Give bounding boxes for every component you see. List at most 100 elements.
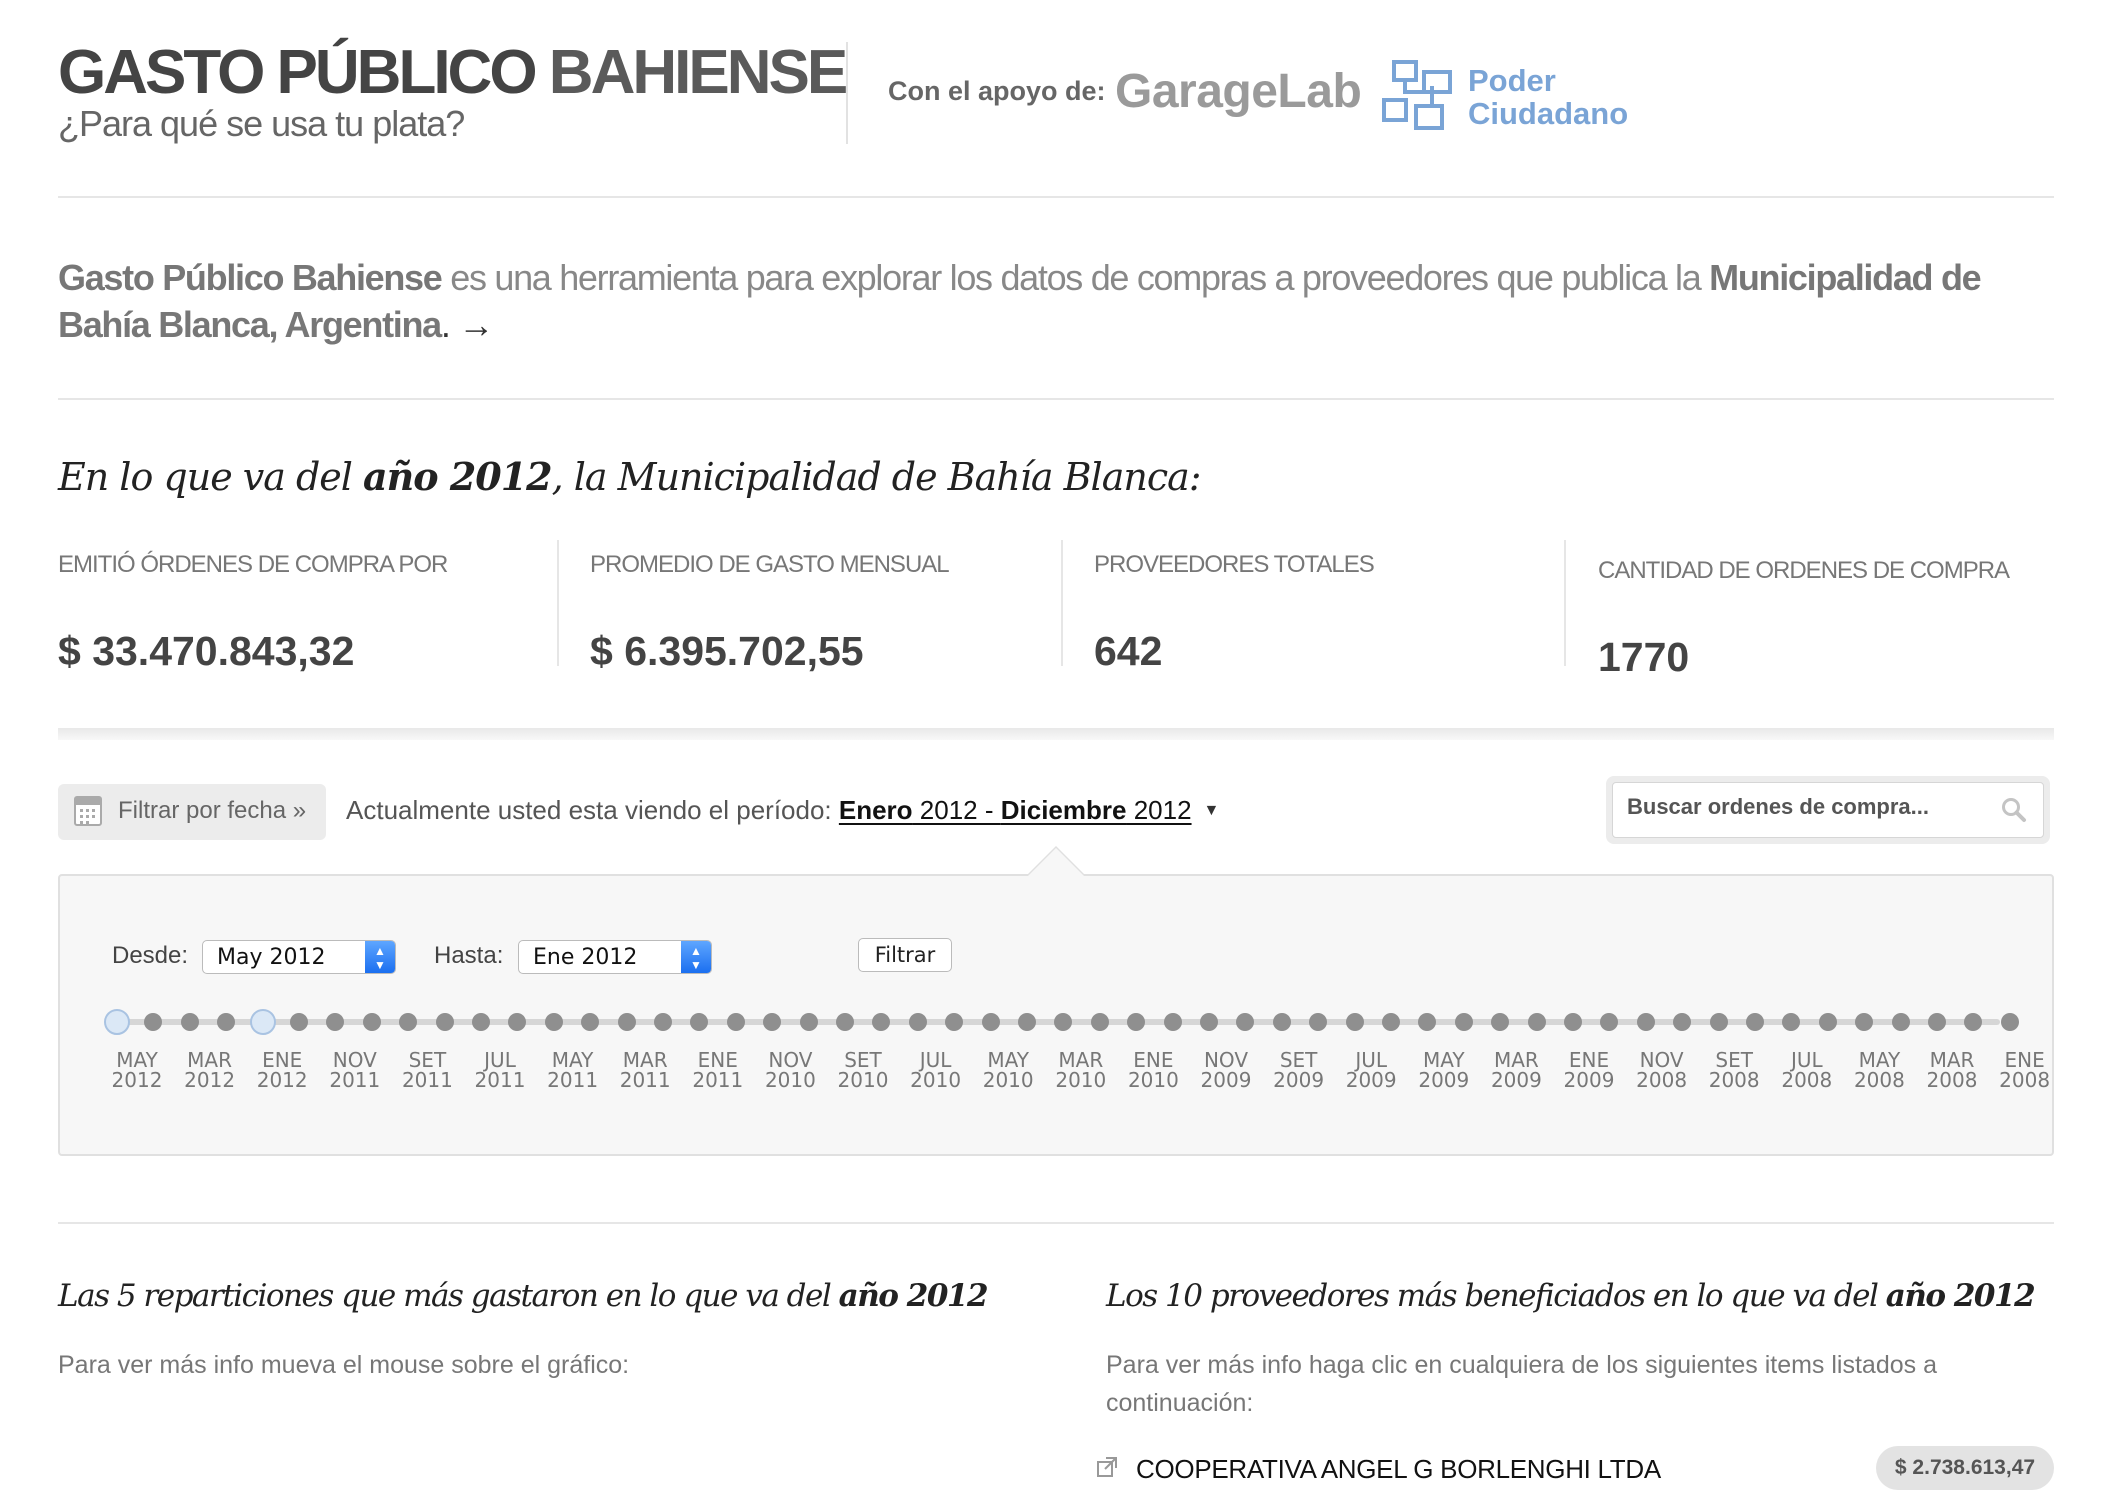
summary-heading-prefix: En lo que va del xyxy=(58,455,364,499)
timeline-step[interactable] xyxy=(1527,1013,1546,1031)
stat-label-total: EMITIÓ ÓRDENES DE COMPRA POR xyxy=(58,551,448,578)
calendar-icon xyxy=(74,796,102,826)
stat-label-orders: CANTIDAD DE ORDENES DE COMPRA xyxy=(1598,557,2010,584)
panel-pointer-fill xyxy=(1028,848,1084,876)
timeline-label: JUL 2009 xyxy=(1336,1050,1406,1090)
timeline-step[interactable] xyxy=(1272,1013,1291,1031)
providers-heading: Los 10 proveedores más beneficiados en l… xyxy=(1106,1278,2036,1314)
timeline-label-year: 2008 xyxy=(1999,1068,2051,1092)
timeline-label-month: SET xyxy=(844,1048,882,1072)
timeline-step[interactable] xyxy=(654,1013,672,1031)
poder-line1: Poder xyxy=(1468,63,1556,98)
timeline-range-handle[interactable] xyxy=(104,1009,130,1035)
timeline-step[interactable] xyxy=(435,1013,454,1031)
timeline-step[interactable] xyxy=(908,1013,927,1031)
timeline-step[interactable] xyxy=(1818,1013,1837,1031)
stat-divider xyxy=(1564,540,1566,666)
timeline-label-month: ENE xyxy=(1568,1048,1610,1072)
site-title[interactable]: GASTO PÚBLICO BAHIENSE xyxy=(58,38,848,108)
timeline-label-year: 2008 xyxy=(1853,1068,1905,1092)
providers-hint: Para ver más info haga clic en cualquier… xyxy=(1106,1351,1937,1417)
timeline-step[interactable] xyxy=(472,1013,490,1031)
timeline-label-year: 2009 xyxy=(1418,1068,1470,1092)
timeline-label-year: 2012 xyxy=(184,1068,236,1092)
timeline-label-month: ENE xyxy=(1133,1048,1174,1072)
timeline-range-handle[interactable] xyxy=(249,1009,276,1035)
timeline-step[interactable] xyxy=(180,1013,199,1031)
timeline-step[interactable] xyxy=(362,1013,381,1031)
timeline-step[interactable] xyxy=(1564,1013,1582,1031)
timeline-label-month: JUL xyxy=(1355,1048,1388,1072)
timeline-step[interactable] xyxy=(1345,1013,1364,1031)
stat-value-total: $ 33.470.843,32 xyxy=(58,628,355,674)
timeline-label-year: 2010 xyxy=(1055,1068,1107,1092)
timeline-label-month: MAY xyxy=(1858,1048,1901,1072)
timeline-step[interactable] xyxy=(1636,1013,1655,1031)
timeline-label-month: MAR xyxy=(1493,1048,1539,1072)
timeline-step[interactable] xyxy=(981,1013,1000,1031)
select-arrows-icon: ▲ ▼ xyxy=(365,941,395,973)
timeline-step[interactable] xyxy=(726,1013,745,1031)
timeline-step[interactable] xyxy=(1090,1013,1109,1031)
timeline-step[interactable] xyxy=(1382,1013,1400,1031)
page: GASTO PÚBLICO BAHIENSE ¿Para qué se usa … xyxy=(0,0,2112,1490)
search-field xyxy=(1612,782,2044,838)
site-title-part1: GASTO PÚBLICO xyxy=(58,38,538,107)
timeline-step[interactable] xyxy=(1891,1013,1910,1031)
timeline-label: NOV 2009 xyxy=(1191,1050,1261,1090)
search-input[interactable] xyxy=(1625,793,1989,821)
timeline-label-month: JUL xyxy=(919,1048,952,1072)
period-end-month: Diciembre xyxy=(1000,795,1127,825)
timeline-label-year: 2011 xyxy=(401,1068,453,1092)
timeline-step[interactable] xyxy=(1454,1013,1473,1031)
caret-down-icon[interactable]: ▼ xyxy=(1204,802,1220,819)
garagelab-logo[interactable]: GarageLab xyxy=(1115,64,1362,119)
timeline-label: SET 2010 xyxy=(828,1050,898,1090)
timeline-label: NOV 2008 xyxy=(1627,1050,1697,1090)
timeline-label-month: MAR xyxy=(622,1048,668,1072)
header-divider xyxy=(846,42,848,144)
timeline-step[interactable] xyxy=(290,1013,308,1031)
search-icon[interactable] xyxy=(2001,797,2027,823)
departments-heading-prefix: Las 5 reparticiones que más gastaron en … xyxy=(58,1278,839,1314)
intro-name: Gasto Público Bahiense xyxy=(58,257,443,298)
timeline-step[interactable] xyxy=(617,1013,636,1031)
timeline-label-month: MAY xyxy=(116,1048,158,1072)
timeline-step[interactable] xyxy=(2000,1013,2019,1031)
to-select-value: Ene 2012 xyxy=(533,945,638,970)
to-select[interactable]: Ene 2012 ▲ ▼ xyxy=(518,940,712,974)
timeline-step[interactable] xyxy=(544,1013,563,1031)
timeline-step[interactable] xyxy=(1709,1013,1728,1031)
poder-ciudadano-logo-icon[interactable] xyxy=(1380,58,1456,134)
timeline-step[interactable] xyxy=(1928,1013,1946,1031)
poder-ciudadano-logo-text[interactable]: Poder Ciudadano xyxy=(1468,64,1628,130)
timeline-label-month: NOV xyxy=(332,1048,377,1072)
stat-label-providers: PROVEEDORES TOTALES xyxy=(1094,551,1375,578)
filter-by-date-button[interactable]: Filtrar por fecha » xyxy=(58,784,326,840)
timeline-label: MAY 2012 xyxy=(102,1050,172,1090)
timeline-label-year: 2010 xyxy=(764,1068,816,1092)
timeline-label: JUL 2010 xyxy=(901,1050,971,1090)
period-end-year: 2012 xyxy=(1126,795,1192,825)
external-link-icon[interactable] xyxy=(1096,1456,1118,1478)
timeline-label-year: 2011 xyxy=(329,1068,381,1092)
divider xyxy=(58,196,2054,198)
timeline-label-month: MAR xyxy=(1058,1048,1104,1072)
timeline-label: MAR 2012 xyxy=(175,1050,245,1090)
intro-arrow-link[interactable]: . → xyxy=(441,304,494,345)
timeline-label-year: 2010 xyxy=(982,1068,1034,1092)
timeline-step[interactable] xyxy=(1200,1013,1218,1031)
timeline-step[interactable] xyxy=(799,1013,818,1031)
timeline-step[interactable] xyxy=(1018,1013,1036,1031)
provider-item-name[interactable]: COOPERATIVA ANGEL G BORLENGHI LTDA xyxy=(1136,1454,1661,1485)
timeline-step[interactable] xyxy=(1163,1013,1182,1031)
from-select[interactable]: May 2012 ▲ ▼ xyxy=(202,940,396,974)
period-dropdown-link[interactable]: Enero 2012 - Diciembre 2012 xyxy=(839,795,1192,825)
timeline-step[interactable] xyxy=(836,1013,854,1031)
summary-heading: En lo que va del año 2012, la Municipali… xyxy=(58,454,1202,499)
timeline-step[interactable] xyxy=(1746,1013,1764,1031)
divider xyxy=(58,398,2054,400)
filter-button[interactable]: Filtrar xyxy=(858,938,952,972)
filter-by-date-label: Filtrar por fecha » xyxy=(118,797,307,824)
support-label: Con el apoyo de: xyxy=(888,76,1106,106)
